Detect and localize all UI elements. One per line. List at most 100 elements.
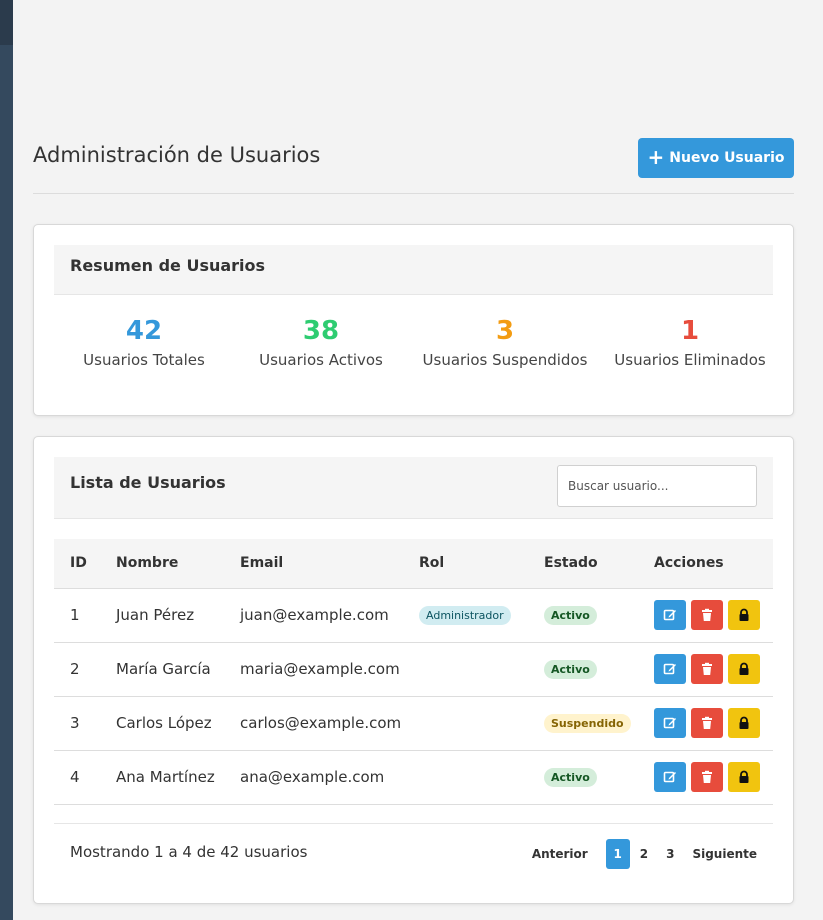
edit-icon: [663, 770, 677, 784]
cell-status: Suspendido: [528, 696, 638, 751]
edit-button[interactable]: [654, 708, 686, 738]
cell-status: Activo: [528, 642, 638, 697]
cell-name: Juan Pérez: [100, 588, 224, 643]
column-header-actions: Acciones: [638, 539, 773, 589]
column-header-role: Rol: [403, 539, 528, 589]
cell-name: María García: [100, 642, 224, 697]
stat-active: 38 Usuarios Activos: [231, 315, 411, 369]
delete-button[interactable]: [691, 708, 723, 738]
trash-icon: [700, 770, 714, 784]
stat-suspended-label: Usuarios Suspendidos: [422, 351, 588, 369]
cell-id: 3: [54, 696, 100, 751]
edit-button[interactable]: [654, 654, 686, 684]
cell-email: ana@example.com: [224, 750, 403, 805]
edit-icon: [663, 662, 677, 676]
lock-icon: [737, 662, 751, 676]
status-badge: Suspendido: [544, 714, 631, 733]
stat-deleted-label: Usuarios Eliminados: [614, 351, 766, 369]
edit-icon: [663, 716, 677, 730]
delete-button[interactable]: [691, 600, 723, 630]
stat-total: 42 Usuarios Totales: [54, 315, 234, 369]
cell-actions: [638, 696, 773, 751]
column-header-email: Email: [224, 539, 403, 589]
cell-name: Ana Martínez: [100, 750, 224, 805]
pagination-next[interactable]: Siguiente: [684, 839, 773, 869]
cell-name: Carlos López: [100, 696, 224, 751]
delete-button[interactable]: [691, 762, 723, 792]
lock-button[interactable]: [728, 708, 760, 738]
cell-status: Activo: [528, 750, 638, 805]
edit-button[interactable]: [654, 762, 686, 792]
user-list-title: Lista de Usuarios: [70, 473, 226, 492]
cell-id: 1: [54, 588, 100, 643]
cell-email: maria@example.com: [224, 642, 403, 697]
cell-role: [403, 750, 528, 805]
status-badge: Activo: [544, 660, 597, 679]
new-user-label: Nuevo Usuario: [669, 150, 785, 166]
sidebar-edge: [0, 0, 13, 920]
page-title: Administración de Usuarios: [33, 143, 321, 167]
lock-icon: [737, 716, 751, 730]
plus-icon: +: [647, 145, 665, 169]
row-actions: [654, 708, 773, 738]
lock-button[interactable]: [728, 762, 760, 792]
cell-role: Administrador: [403, 588, 528, 643]
stat-deleted-value: 1: [680, 316, 700, 346]
pagination-page-2[interactable]: 2: [632, 839, 656, 869]
user-list-card: Lista de Usuarios ID Nombre Email Rol Es…: [33, 436, 794, 904]
cell-role: [403, 696, 528, 751]
lock-icon: [737, 770, 751, 784]
delete-button[interactable]: [691, 654, 723, 684]
trash-icon: [700, 608, 714, 622]
trash-icon: [700, 716, 714, 730]
cell-id: 2: [54, 642, 100, 697]
role-badge: Administrador: [419, 606, 511, 625]
cell-email: carlos@example.com: [224, 696, 403, 751]
row-actions: [654, 762, 773, 792]
summary-card-header: Resumen de Usuarios: [54, 245, 773, 295]
users-table: ID Nombre Email Rol Estado Acciones 1 Jua…: [54, 539, 773, 805]
lock-button[interactable]: [728, 654, 760, 684]
column-header-status: Estado: [528, 539, 638, 589]
search-input[interactable]: [557, 465, 757, 507]
cell-actions: [638, 750, 773, 805]
table-row: 1 Juan Pérez juan@example.com Administrador…: [54, 588, 773, 643]
column-header-id: ID: [54, 539, 100, 589]
status-badge: Activo: [544, 606, 597, 625]
pagination-page-3[interactable]: 3: [658, 839, 682, 869]
table-row: 4 Ana Martínez ana@example.com Activo: [54, 750, 773, 805]
trash-icon: [700, 662, 714, 676]
results-count: Mostrando 1 a 4 de 42 usuarios: [70, 843, 308, 861]
stat-total-value: 42: [125, 316, 163, 346]
table-row: 3 Carlos López carlos@example.com Suspendid…: [54, 696, 773, 751]
pagination-prev[interactable]: Anterior: [524, 839, 604, 869]
table-footer: Mostrando 1 a 4 de 42 usuarios Anterior …: [54, 823, 773, 883]
pagination: Anterior 1 2 3 Siguiente: [522, 839, 773, 869]
cell-actions: [638, 642, 773, 697]
stat-total-label: Usuarios Totales: [83, 351, 205, 369]
edit-icon: [663, 608, 677, 622]
pagination-page-1[interactable]: 1: [605, 839, 630, 869]
column-header-name: Nombre: [100, 539, 224, 589]
cell-id: 4: [54, 750, 100, 805]
row-actions: [654, 654, 773, 684]
new-user-button[interactable]: + Nuevo Usuario: [638, 138, 794, 178]
stat-deleted: 1 Usuarios Eliminados: [600, 315, 780, 369]
table-header-row: ID Nombre Email Rol Estado Acciones: [54, 539, 773, 589]
summary-title: Resumen de Usuarios: [70, 256, 266, 275]
summary-card: Resumen de Usuarios 42 Usuarios Totales …: [33, 224, 794, 416]
stats-row: 42 Usuarios Totales 38 Usuarios Activos …: [54, 315, 773, 385]
cell-status: Activo: [528, 588, 638, 643]
edit-button[interactable]: [654, 600, 686, 630]
status-badge: Activo: [544, 768, 597, 787]
row-actions: [654, 600, 773, 630]
cell-role: [403, 642, 528, 697]
cell-email: juan@example.com: [224, 588, 403, 643]
lock-button[interactable]: [728, 600, 760, 630]
page-header: Administración de Usuarios + Nuevo Usuar…: [33, 138, 794, 194]
stat-active-value: 38: [302, 316, 340, 346]
lock-icon: [737, 608, 751, 622]
stat-suspended: 3 Usuarios Suspendidos: [415, 315, 595, 369]
sidebar-edge-cap: [0, 0, 13, 45]
cell-actions: [638, 588, 773, 643]
